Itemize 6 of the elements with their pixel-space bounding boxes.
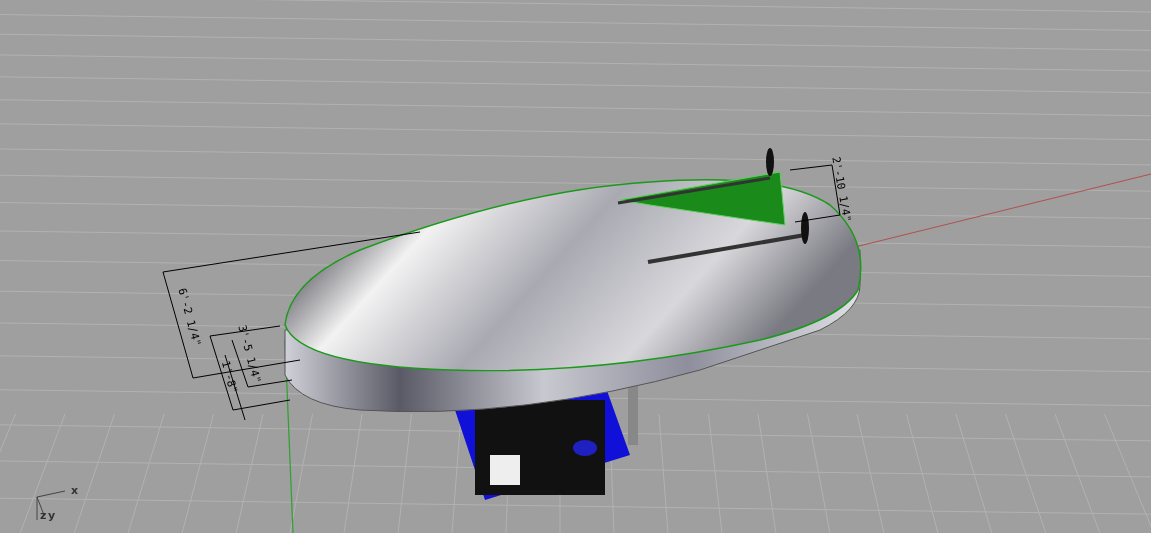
dimension-label: 6'-2 1/4" (175, 286, 204, 348)
dimension-label: 2'-10 1/4" (829, 155, 854, 224)
axis-label: y (48, 509, 56, 522)
axis-label: x (71, 484, 79, 497)
axis-label: z (40, 509, 47, 522)
axis-gizmo-icon (36, 490, 66, 521)
